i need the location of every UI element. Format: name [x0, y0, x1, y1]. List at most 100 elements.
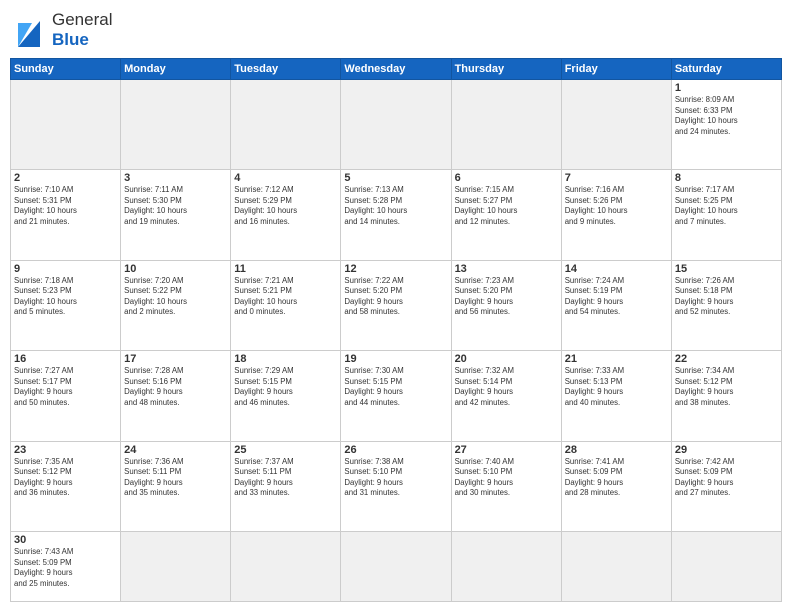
day-info: Sunrise: 7:41 AM Sunset: 5:09 PM Dayligh… — [565, 457, 668, 499]
day-number: 10 — [124, 263, 227, 275]
day-cell: 15Sunrise: 7:26 AM Sunset: 5:18 PM Dayli… — [671, 260, 781, 350]
day-info: Sunrise: 7:38 AM Sunset: 5:10 PM Dayligh… — [344, 457, 447, 499]
day-info: Sunrise: 7:21 AM Sunset: 5:21 PM Dayligh… — [234, 276, 337, 318]
day-cell: 28Sunrise: 7:41 AM Sunset: 5:09 PM Dayli… — [561, 441, 671, 531]
day-number: 15 — [675, 263, 778, 275]
day-number: 7 — [565, 172, 668, 184]
day-info: Sunrise: 7:22 AM Sunset: 5:20 PM Dayligh… — [344, 276, 447, 318]
day-cell: 20Sunrise: 7:32 AM Sunset: 5:14 PM Dayli… — [451, 351, 561, 441]
day-info: Sunrise: 7:28 AM Sunset: 5:16 PM Dayligh… — [124, 366, 227, 408]
day-cell — [11, 80, 121, 170]
day-number: 23 — [14, 444, 117, 456]
day-cell: 13Sunrise: 7:23 AM Sunset: 5:20 PM Dayli… — [451, 260, 561, 350]
day-info: Sunrise: 7:43 AM Sunset: 5:09 PM Dayligh… — [14, 547, 117, 589]
day-number: 24 — [124, 444, 227, 456]
week-row-3: 9Sunrise: 7:18 AM Sunset: 5:23 PM Daylig… — [11, 260, 782, 350]
day-cell: 29Sunrise: 7:42 AM Sunset: 5:09 PM Dayli… — [671, 441, 781, 531]
day-cell: 5Sunrise: 7:13 AM Sunset: 5:28 PM Daylig… — [341, 170, 451, 260]
day-cell: 1Sunrise: 8:09 AM Sunset: 6:33 PM Daylig… — [671, 80, 781, 170]
day-info: Sunrise: 7:20 AM Sunset: 5:22 PM Dayligh… — [124, 276, 227, 318]
day-info: Sunrise: 7:35 AM Sunset: 5:12 PM Dayligh… — [14, 457, 117, 499]
day-cell: 2Sunrise: 7:10 AM Sunset: 5:31 PM Daylig… — [11, 170, 121, 260]
day-cell: 3Sunrise: 7:11 AM Sunset: 5:30 PM Daylig… — [121, 170, 231, 260]
day-number: 14 — [565, 263, 668, 275]
header-thursday: Thursday — [451, 59, 561, 80]
day-info: Sunrise: 7:26 AM Sunset: 5:18 PM Dayligh… — [675, 276, 778, 318]
day-number: 8 — [675, 172, 778, 184]
day-cell: 30Sunrise: 7:43 AM Sunset: 5:09 PM Dayli… — [11, 532, 121, 602]
page: General Blue Sunday Monday Tuesday Wedne… — [0, 0, 792, 612]
day-number: 22 — [675, 353, 778, 365]
day-number: 25 — [234, 444, 337, 456]
day-number: 28 — [565, 444, 668, 456]
day-number: 6 — [455, 172, 558, 184]
day-cell: 22Sunrise: 7:34 AM Sunset: 5:12 PM Dayli… — [671, 351, 781, 441]
day-number: 30 — [14, 534, 117, 546]
day-cell — [231, 80, 341, 170]
day-number: 20 — [455, 353, 558, 365]
day-info: Sunrise: 7:17 AM Sunset: 5:25 PM Dayligh… — [675, 185, 778, 227]
day-info: Sunrise: 7:40 AM Sunset: 5:10 PM Dayligh… — [455, 457, 558, 499]
header-saturday: Saturday — [671, 59, 781, 80]
day-cell: 17Sunrise: 7:28 AM Sunset: 5:16 PM Dayli… — [121, 351, 231, 441]
day-number: 4 — [234, 172, 337, 184]
header-friday: Friday — [561, 59, 671, 80]
day-cell: 11Sunrise: 7:21 AM Sunset: 5:21 PM Dayli… — [231, 260, 341, 350]
day-cell: 27Sunrise: 7:40 AM Sunset: 5:10 PM Dayli… — [451, 441, 561, 531]
day-number: 2 — [14, 172, 117, 184]
day-info: Sunrise: 7:23 AM Sunset: 5:20 PM Dayligh… — [455, 276, 558, 318]
day-cell — [231, 532, 341, 602]
day-number: 3 — [124, 172, 227, 184]
header-wednesday: Wednesday — [341, 59, 451, 80]
day-info: Sunrise: 7:42 AM Sunset: 5:09 PM Dayligh… — [675, 457, 778, 499]
day-info: Sunrise: 7:34 AM Sunset: 5:12 PM Dayligh… — [675, 366, 778, 408]
week-row-5: 23Sunrise: 7:35 AM Sunset: 5:12 PM Dayli… — [11, 441, 782, 531]
day-number: 27 — [455, 444, 558, 456]
calendar: Sunday Monday Tuesday Wednesday Thursday… — [10, 58, 782, 602]
day-cell — [561, 532, 671, 602]
day-info: Sunrise: 7:33 AM Sunset: 5:13 PM Dayligh… — [565, 366, 668, 408]
day-number: 26 — [344, 444, 447, 456]
day-info: Sunrise: 7:11 AM Sunset: 5:30 PM Dayligh… — [124, 185, 227, 227]
day-cell: 6Sunrise: 7:15 AM Sunset: 5:27 PM Daylig… — [451, 170, 561, 260]
day-cell: 9Sunrise: 7:18 AM Sunset: 5:23 PM Daylig… — [11, 260, 121, 350]
day-number: 13 — [455, 263, 558, 275]
day-info: Sunrise: 7:29 AM Sunset: 5:15 PM Dayligh… — [234, 366, 337, 408]
day-cell: 26Sunrise: 7:38 AM Sunset: 5:10 PM Dayli… — [341, 441, 451, 531]
day-info: Sunrise: 7:18 AM Sunset: 5:23 PM Dayligh… — [14, 276, 117, 318]
day-info: Sunrise: 7:32 AM Sunset: 5:14 PM Dayligh… — [455, 366, 558, 408]
day-cell: 8Sunrise: 7:17 AM Sunset: 5:25 PM Daylig… — [671, 170, 781, 260]
day-number: 29 — [675, 444, 778, 456]
day-number: 18 — [234, 353, 337, 365]
day-number: 17 — [124, 353, 227, 365]
day-cell: 23Sunrise: 7:35 AM Sunset: 5:12 PM Dayli… — [11, 441, 121, 531]
day-number: 5 — [344, 172, 447, 184]
header: General Blue — [10, 10, 782, 50]
day-info: Sunrise: 7:30 AM Sunset: 5:15 PM Dayligh… — [344, 366, 447, 408]
day-cell: 14Sunrise: 7:24 AM Sunset: 5:19 PM Dayli… — [561, 260, 671, 350]
week-row-1: 1Sunrise: 8:09 AM Sunset: 6:33 PM Daylig… — [11, 80, 782, 170]
day-number: 1 — [675, 82, 778, 94]
day-cell — [561, 80, 671, 170]
day-cell: 25Sunrise: 7:37 AM Sunset: 5:11 PM Dayli… — [231, 441, 341, 531]
day-info: Sunrise: 7:12 AM Sunset: 5:29 PM Dayligh… — [234, 185, 337, 227]
day-cell — [451, 80, 561, 170]
day-info: Sunrise: 7:27 AM Sunset: 5:17 PM Dayligh… — [14, 366, 117, 408]
day-cell — [121, 80, 231, 170]
weekday-header-row: Sunday Monday Tuesday Wednesday Thursday… — [11, 59, 782, 80]
week-row-2: 2Sunrise: 7:10 AM Sunset: 5:31 PM Daylig… — [11, 170, 782, 260]
day-info: Sunrise: 7:15 AM Sunset: 5:27 PM Dayligh… — [455, 185, 558, 227]
day-number: 21 — [565, 353, 668, 365]
day-cell: 24Sunrise: 7:36 AM Sunset: 5:11 PM Dayli… — [121, 441, 231, 531]
day-info: Sunrise: 7:10 AM Sunset: 5:31 PM Dayligh… — [14, 185, 117, 227]
day-cell: 7Sunrise: 7:16 AM Sunset: 5:26 PM Daylig… — [561, 170, 671, 260]
day-cell: 4Sunrise: 7:12 AM Sunset: 5:29 PM Daylig… — [231, 170, 341, 260]
day-cell: 10Sunrise: 7:20 AM Sunset: 5:22 PM Dayli… — [121, 260, 231, 350]
day-info: Sunrise: 7:36 AM Sunset: 5:11 PM Dayligh… — [124, 457, 227, 499]
day-cell — [121, 532, 231, 602]
header-monday: Monday — [121, 59, 231, 80]
day-info: Sunrise: 7:16 AM Sunset: 5:26 PM Dayligh… — [565, 185, 668, 227]
day-info: Sunrise: 7:24 AM Sunset: 5:19 PM Dayligh… — [565, 276, 668, 318]
day-number: 16 — [14, 353, 117, 365]
logo-icon — [10, 11, 48, 49]
